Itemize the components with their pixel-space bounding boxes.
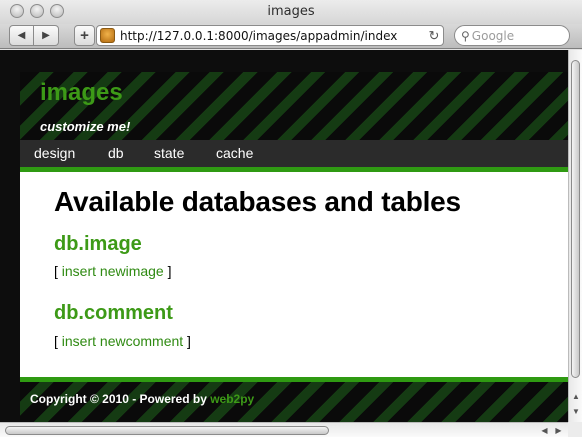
- window-title: images: [267, 4, 315, 19]
- database-title: db.comment: [54, 302, 173, 324]
- vertical-scrollbar[interactable]: ▲ ▼: [568, 50, 582, 422]
- main-menu: design db state cache: [20, 140, 568, 167]
- scroll-up-icon[interactable]: ▲: [569, 390, 582, 403]
- bracket-close: ]: [163, 263, 172, 279]
- back-arrow-icon: ◀: [17, 30, 26, 41]
- menu-item-design[interactable]: design: [34, 145, 75, 161]
- menu-item-db[interactable]: db: [108, 145, 124, 161]
- footer-copyright: Copyright © 2010 - Powered by web2py: [30, 392, 254, 406]
- page-header: images customize me!: [20, 72, 568, 140]
- page-viewport: images customize me! design db state cac…: [0, 50, 568, 422]
- insert-newcomment-link[interactable]: insert newcomment: [62, 333, 183, 349]
- insert-newimage-link[interactable]: insert newimage: [62, 263, 164, 279]
- search-field[interactable]: ⚲ Google: [454, 25, 570, 46]
- reload-icon[interactable]: ↻: [425, 28, 443, 44]
- scroll-down-icon[interactable]: ▼: [569, 405, 582, 418]
- plus-icon: +: [80, 27, 89, 44]
- main-content: Available databases and tables db.image …: [20, 172, 568, 377]
- back-button[interactable]: ◀: [9, 25, 34, 46]
- table-actions: [ insert newimage ]: [54, 263, 172, 279]
- scroll-left-icon[interactable]: ◀: [538, 423, 551, 437]
- menu-item-state[interactable]: state: [154, 145, 184, 161]
- add-bookmark-button[interactable]: +: [74, 25, 95, 46]
- bracket-open: [: [54, 333, 62, 349]
- vertical-scroll-thumb[interactable]: [571, 60, 580, 378]
- horizontal-scroll-thumb[interactable]: [5, 426, 329, 435]
- search-placeholder: Google: [471, 28, 515, 43]
- app-name[interactable]: images: [40, 79, 123, 107]
- browser-toolbar: ◀ ▶ + http://127.0.0.1:8000/images/appad…: [0, 24, 582, 49]
- database-title: db.image: [54, 233, 142, 255]
- page-footer: Copyright © 2010 - Powered by web2py: [20, 382, 568, 422]
- menu-item-cache[interactable]: cache: [216, 145, 253, 161]
- window-titlebar: images: [0, 0, 582, 24]
- scroll-right-icon[interactable]: ▶: [552, 423, 565, 437]
- address-bar[interactable]: http://127.0.0.1:8000/images/appadmin/in…: [96, 25, 444, 46]
- resize-grip-icon[interactable]: [568, 422, 582, 437]
- web2py-page: images customize me! design db state cac…: [20, 72, 568, 422]
- bracket-close: ]: [183, 333, 191, 349]
- app-tagline: customize me!: [40, 119, 131, 134]
- table-actions: [ insert newcomment ]: [54, 333, 191, 349]
- forward-arrow-icon: ▶: [42, 30, 50, 41]
- search-icon: ⚲: [461, 28, 470, 43]
- copyright-text: Copyright © 2010 - Powered by: [30, 392, 211, 406]
- web2py-link[interactable]: web2py: [210, 392, 254, 406]
- horizontal-scrollbar[interactable]: ◀ ▶: [0, 422, 568, 437]
- page-title: Available databases and tables: [54, 186, 461, 217]
- url-text[interactable]: http://127.0.0.1:8000/images/appadmin/in…: [120, 29, 425, 43]
- site-favicon-icon: [100, 28, 115, 43]
- forward-button[interactable]: ▶: [34, 25, 59, 46]
- bracket-open: [: [54, 263, 62, 279]
